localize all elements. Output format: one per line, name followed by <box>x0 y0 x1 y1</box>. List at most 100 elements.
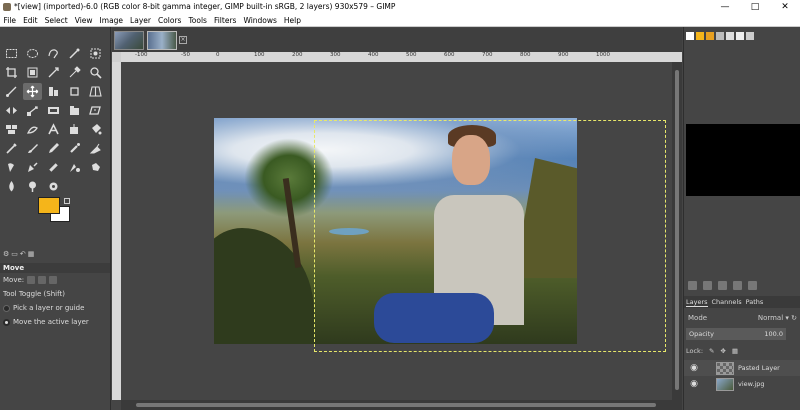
tool-options-tab-icon[interactable]: ⚙ <box>3 250 9 262</box>
menu-tools[interactable]: Tools <box>185 14 210 26</box>
menu-file[interactable]: File <box>0 14 20 26</box>
perspective-tool-icon[interactable] <box>86 83 105 100</box>
move-selection-mode-icon[interactable] <box>38 276 47 284</box>
paint-bucket-tool-icon[interactable] <box>65 121 84 138</box>
menu-image[interactable]: Image <box>96 14 127 26</box>
horizontal-scroll-thumb[interactable] <box>136 403 656 407</box>
free-select-tool-icon[interactable] <box>44 45 63 62</box>
paintbrush-tool-icon[interactable] <box>23 140 42 157</box>
layer-row[interactable]: ◉ view.jpg <box>684 376 800 392</box>
menu-colors[interactable]: Colors <box>154 14 185 26</box>
vertical-scroll-thumb[interactable] <box>675 70 679 390</box>
device-status-tab-icon[interactable]: ▭ <box>11 250 18 262</box>
gradients-tab-icon[interactable] <box>716 32 724 40</box>
delete-brush-icon[interactable] <box>733 280 742 290</box>
lock-pixels-icon[interactable]: ✎ <box>709 347 714 355</box>
menu-help[interactable]: Help <box>280 14 304 26</box>
opacity-slider[interactable]: Opacity 100.0 <box>686 328 786 340</box>
palettes-tab-icon[interactable] <box>746 32 754 40</box>
blur-tool-icon[interactable] <box>2 178 21 195</box>
shear-tool-icon[interactable] <box>86 102 105 119</box>
burn-tool-icon[interactable] <box>44 178 63 195</box>
perspective-clone-tool-icon[interactable] <box>65 159 84 176</box>
lock-position-icon[interactable]: ✥ <box>720 347 725 355</box>
fonts-tab-icon[interactable] <box>706 32 714 40</box>
scale-tool-icon[interactable] <box>65 102 84 119</box>
menu-layer[interactable]: Layer <box>127 14 155 26</box>
new-brush-icon[interactable] <box>703 280 712 290</box>
gegl-text-tool-icon[interactable] <box>44 121 63 138</box>
menu-view[interactable]: View <box>71 14 96 26</box>
zoom-tool-icon[interactable] <box>86 64 105 81</box>
patterns-tab-icon[interactable] <box>696 32 704 40</box>
mode-select[interactable]: Normal ▾ ↻ <box>758 314 797 322</box>
document-history-tab-icon[interactable] <box>726 32 734 40</box>
move-layer-mode-icon[interactable] <box>27 276 36 284</box>
option-pick-layer[interactable]: Pick a layer or guide <box>0 301 110 315</box>
horizontal-scrollbar[interactable] <box>121 400 682 410</box>
menu-windows[interactable]: Windows <box>240 14 280 26</box>
measure-tool-icon[interactable] <box>2 83 21 100</box>
pencil-tool-icon[interactable] <box>44 140 63 157</box>
option-move-active[interactable]: Move the active layer <box>0 315 110 329</box>
vertical-ruler[interactable] <box>112 62 121 400</box>
crop-tool-icon[interactable] <box>2 64 21 81</box>
move-active-radio[interactable] <box>3 318 10 326</box>
move-path-mode-icon[interactable] <box>49 276 58 284</box>
align-tool-icon[interactable] <box>44 83 63 100</box>
visibility-eye-icon[interactable]: ◉ <box>688 363 700 373</box>
brushes-tab-icon[interactable] <box>686 32 694 40</box>
close-tab-icon[interactable]: × <box>179 36 187 44</box>
warp-transform-tool-icon[interactable] <box>44 64 63 81</box>
dodge-tool-icon[interactable] <box>23 178 42 195</box>
color-picker-tool-icon[interactable] <box>65 64 84 81</box>
smudge-tool-icon[interactable] <box>86 159 105 176</box>
lock-alpha-icon[interactable]: ▦ <box>732 347 738 355</box>
gradient-tool-icon[interactable] <box>2 140 21 157</box>
minimize-button[interactable]: — <box>710 0 740 14</box>
edit-brush-icon[interactable] <box>688 280 697 290</box>
image-tab-thumbnail-2[interactable] <box>147 31 177 50</box>
menu-select[interactable]: Select <box>41 14 71 26</box>
layer-name: view.jpg <box>738 380 765 388</box>
vertical-scrollbar[interactable] <box>672 62 682 400</box>
image-canvas[interactable] <box>121 62 682 400</box>
move-tool-icon[interactable] <box>23 83 42 100</box>
maximize-button[interactable]: □ <box>740 0 770 14</box>
bucket-fill-tool-icon[interactable] <box>86 121 105 138</box>
tab-channels[interactable]: Channels <box>712 298 742 306</box>
default-colors-icon[interactable] <box>64 198 70 204</box>
layer-row[interactable]: ◉ Pasted Layer <box>684 360 800 376</box>
menu-filters[interactable]: Filters <box>210 14 239 26</box>
foreground-color-swatch[interactable] <box>38 197 60 214</box>
clone-tool-icon[interactable] <box>23 159 42 176</box>
horizontal-ruler[interactable]: -100 -50 0 100 200 300 400 500 600 700 8… <box>121 52 682 62</box>
image-tab-thumbnail-1[interactable] <box>114 31 144 50</box>
templates-tab-icon[interactable] <box>736 32 744 40</box>
ink-tool-icon[interactable] <box>86 140 105 157</box>
fuzzy-select-tool-icon[interactable] <box>65 45 84 62</box>
tab-paths[interactable]: Paths <box>746 298 764 306</box>
unified-transform-tool-icon[interactable] <box>23 64 42 81</box>
refresh-brushes-icon[interactable] <box>748 280 757 290</box>
handle-transform-tool-icon[interactable] <box>44 102 63 119</box>
rect-select-tool-icon[interactable] <box>2 45 21 62</box>
heal-tool-icon[interactable] <box>44 159 63 176</box>
tab-layers[interactable]: Layers <box>686 298 708 307</box>
close-button[interactable]: ✕ <box>770 0 800 14</box>
cage-tool-icon[interactable] <box>23 121 42 138</box>
menu-edit[interactable]: Edit <box>20 14 42 26</box>
mypaint-brush-tool-icon[interactable] <box>2 159 21 176</box>
airbrush-tool-icon[interactable] <box>65 140 84 157</box>
duplicate-brush-icon[interactable] <box>718 280 727 290</box>
images-tab-icon[interactable]: ▦ <box>28 250 35 262</box>
ellipse-select-tool-icon[interactable] <box>23 45 42 62</box>
text-tool-icon[interactable] <box>2 121 21 138</box>
visibility-eye-icon[interactable]: ◉ <box>688 379 700 389</box>
flip-tool-icon[interactable] <box>2 102 21 119</box>
undo-history-tab-icon[interactable]: ↶ <box>20 250 26 262</box>
rotate-tool-icon[interactable] <box>65 83 84 100</box>
cage-transform-tool-icon[interactable] <box>23 102 42 119</box>
pick-layer-radio[interactable] <box>3 304 10 312</box>
foreground-select-tool-icon[interactable] <box>86 45 105 62</box>
